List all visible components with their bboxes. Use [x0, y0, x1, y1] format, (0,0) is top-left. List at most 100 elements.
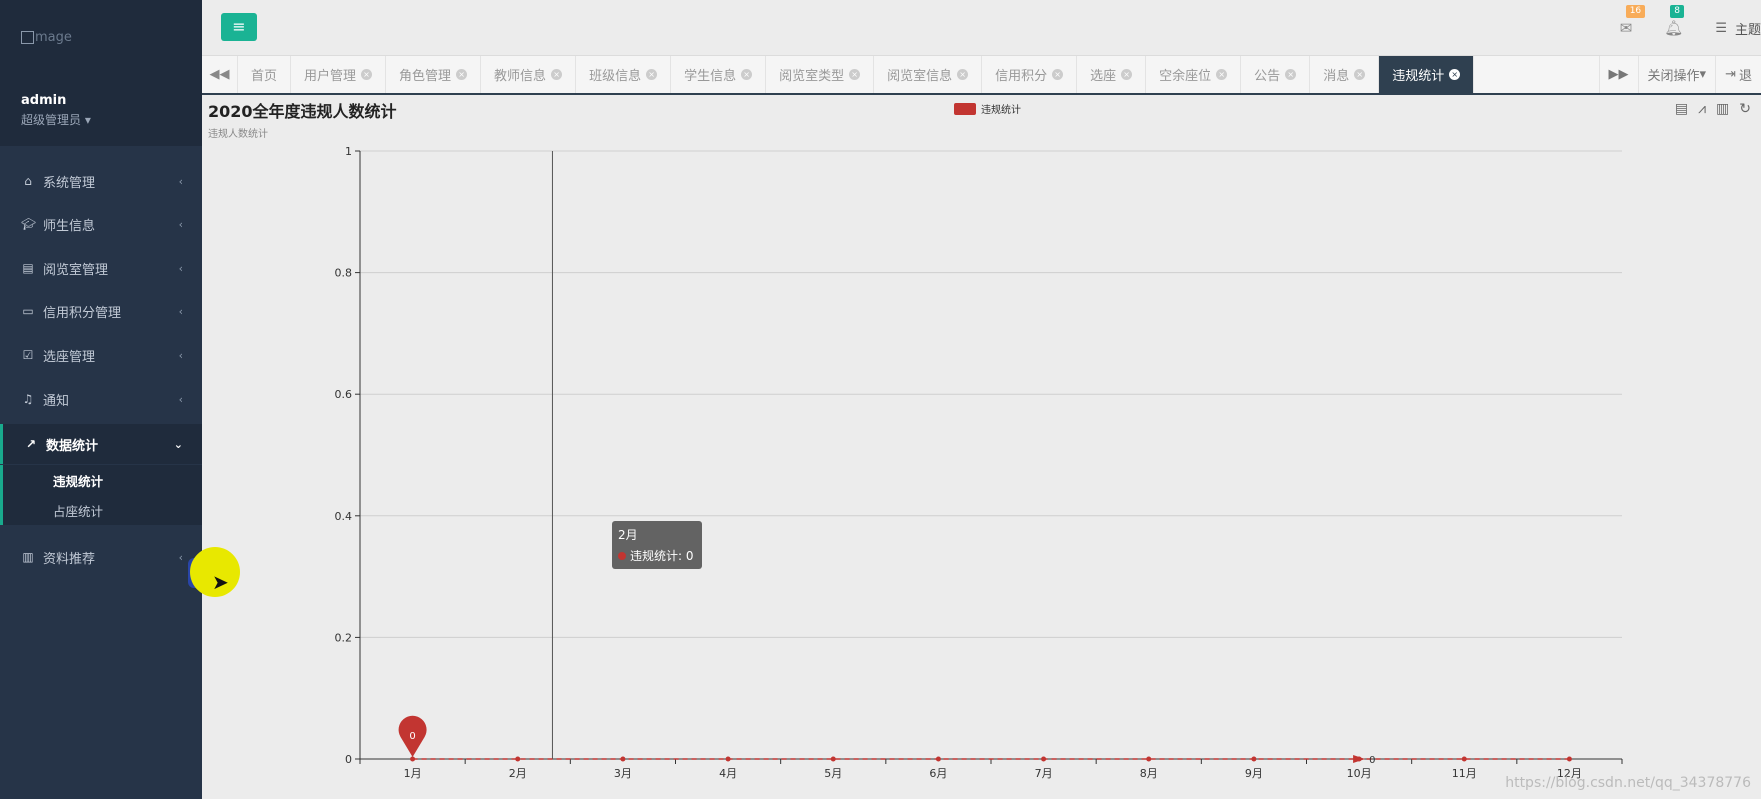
tab-close-icon[interactable]: ×: [456, 69, 468, 80]
sidebar-item-label: 信用积分管理: [43, 305, 122, 321]
chevron-left-icon: ‹: [178, 392, 183, 406]
tab-label: 阅览室类型: [779, 69, 845, 84]
tab-label: 角色管理: [399, 69, 452, 84]
chevron-left-icon: ‹: [178, 550, 183, 564]
logout-label: 退: [1738, 69, 1752, 84]
x-tick-label: 2月: [509, 767, 527, 780]
logout-button[interactable]: ⇥ 退: [1715, 56, 1761, 93]
sidebar-item-system[interactable]: ⌂ 系统管理 ‹: [0, 163, 202, 199]
list-icon: ☰: [1715, 20, 1727, 36]
tab-teacher-info[interactable]: 教师信息 ×: [481, 56, 577, 93]
x-tick-label: 3月: [614, 767, 632, 780]
tabs-scroll-left-button[interactable]: ◀◀: [202, 56, 238, 93]
chevron-left-icon: ‹: [178, 261, 183, 275]
x-tick-label: 8月: [1140, 767, 1158, 780]
tab-close-icon[interactable]: ×: [1052, 69, 1064, 80]
user-role-dropdown[interactable]: 超级管理员 ▾: [21, 111, 181, 128]
tab-close-icon[interactable]: ×: [361, 69, 373, 80]
tab-room-info[interactable]: 阅览室信息 ×: [874, 56, 983, 93]
tab-close-icon[interactable]: ×: [849, 69, 861, 80]
sidebar-item-credit-points[interactable]: ▭ 信用积分管理 ‹: [0, 293, 202, 329]
double-chevron-left-icon: ◀◀: [209, 67, 230, 82]
sidebar-subitem-seat-hogging-stats[interactable]: 占座统计: [0, 495, 202, 525]
y-tick-label: 1: [345, 145, 352, 158]
tab-free-seats[interactable]: 空余座位 ×: [1146, 56, 1242, 93]
book-icon: ▤: [22, 261, 34, 275]
x-tick-label: 10月: [1347, 767, 1372, 780]
sidebar-item-statistics[interactable]: ↗ 数据统计 ⌄: [0, 424, 202, 464]
theme-button[interactable]: ☰ 主题: [1715, 19, 1761, 38]
tab-student-info[interactable]: 学生信息 ×: [671, 56, 767, 93]
chart-tooltip: 2月 违规统计: 0: [612, 521, 702, 569]
logo-alt-text: mage: [35, 30, 72, 45]
notifications-button[interactable]: 🔔︎ 8: [1664, 5, 1685, 37]
data-point: [1566, 756, 1572, 762]
hamburger-icon: ≡: [232, 17, 246, 36]
tab-credit[interactable]: 信用积分 ×: [982, 56, 1078, 93]
tab-close-icon[interactable]: ×: [1121, 69, 1133, 80]
sidebar-item-teachers-students[interactable]: 🎓︎ 师生信息 ‹: [0, 206, 202, 242]
tab-close-icon[interactable]: ×: [957, 69, 969, 80]
tooltip-series-label: 违规统计: [630, 549, 679, 563]
close-operations-dropdown[interactable]: 关闭操作 ▾: [1637, 56, 1716, 93]
tabs-scroll-right-button[interactable]: ▶▶: [1598, 56, 1638, 93]
tab-room-types[interactable]: 阅览室类型 ×: [766, 56, 875, 93]
y-tick-label: 0: [345, 753, 352, 766]
data-point: [725, 756, 731, 762]
tab-label: 班级信息: [589, 69, 642, 84]
tooltip-series-dot: [618, 552, 626, 560]
data-point: [935, 756, 941, 762]
tabs-list: 首页 用户管理 × 角色管理 × 教师信息 × 班级信息 × 学生信息 × 阅览室类型 × …: [238, 56, 1475, 93]
tab-label: 用户管理: [304, 69, 357, 84]
theme-label: 主题: [1734, 22, 1761, 38]
sidebar-item-resources[interactable]: ▥ 资料推荐 ‹: [0, 539, 202, 575]
tab-close-icon[interactable]: ×: [1285, 69, 1297, 80]
bell-icon: ♫: [22, 392, 34, 406]
tab-role-management[interactable]: 角色管理 ×: [386, 56, 482, 93]
tab-violation-stats[interactable]: 违规统计 ×: [1379, 56, 1475, 93]
sidebar-item-seat-selection[interactable]: ☑ 选座管理 ‹: [0, 337, 202, 373]
sidebar-item-reading-rooms[interactable]: ▤ 阅览室管理 ‹: [0, 250, 202, 286]
tab-label: 公告: [1254, 69, 1281, 84]
tab-seat-select[interactable]: 选座 ×: [1077, 56, 1147, 93]
book-icon: ▥: [22, 550, 34, 564]
data-point: [1461, 756, 1467, 762]
sidebar-item-notifications[interactable]: ♫ 通知 ‹: [0, 381, 202, 417]
messages-button[interactable]: ✉ 16: [1620, 5, 1646, 37]
calendar-check-icon: ☑: [22, 348, 34, 362]
tab-close-icon[interactable]: ×: [1354, 69, 1366, 80]
chevron-down-icon: ⌄: [173, 437, 183, 451]
tab-close-icon[interactable]: ×: [551, 69, 563, 80]
graduation-cap-icon: 🎓︎: [21, 217, 37, 231]
logo-image: mage: [21, 30, 181, 45]
tab-close-icon[interactable]: ×: [741, 69, 753, 80]
x-tick-label: 9月: [1245, 767, 1263, 780]
tab-close-icon[interactable]: ×: [1216, 69, 1228, 80]
sidebar-item-label: 通知: [43, 393, 70, 409]
line-chart[interactable]: 00.20.40.60.811月 2月 3月 4月 5月 6月 7月 8月 9月 10月 11月 12…: [202, 95, 1761, 799]
sidebar: mage admin 超级管理员 ▾ ⌂ 系统管理 ‹ 🎓︎ 师生信息 ‹ ▤ 阅览室管理…: [0, 0, 202, 799]
tab-label: 空余座位: [1159, 69, 1212, 84]
sidebar-item-label: 系统管理: [43, 175, 96, 191]
bell-icon: 🔔︎: [1664, 19, 1684, 37]
data-point: [410, 756, 416, 762]
tab-close-icon[interactable]: ×: [1449, 69, 1461, 80]
tab-label: 首页: [251, 69, 278, 84]
messages-badge: 16: [1625, 5, 1646, 18]
sidebar-item-label: 师生信息: [43, 218, 96, 234]
tab-messages[interactable]: 消息 ×: [1310, 56, 1380, 93]
y-tick-label: 0.6: [335, 388, 353, 401]
tab-user-management[interactable]: 用户管理 ×: [291, 56, 387, 93]
home-icon: ⌂: [24, 174, 32, 188]
tab-home[interactable]: 首页: [238, 56, 292, 93]
chart-panel: 2020全年度违规人数统计 违规人数统计 违规统计 ▤ ⩘ ▥ ↻ 0 0.2 0.…: [202, 95, 1761, 799]
x-tick-label: 7月: [1035, 767, 1053, 780]
sidebar-subitem-violation-stats[interactable]: 违规统计: [0, 465, 202, 495]
x-tick-label: 11月: [1452, 767, 1477, 780]
double-chevron-right-icon: ▶▶: [1608, 67, 1629, 82]
tab-class-info[interactable]: 班级信息 ×: [576, 56, 672, 93]
menu-toggle-button[interactable]: ≡: [221, 13, 257, 41]
tab-announcements[interactable]: 公告 ×: [1241, 56, 1311, 93]
x-tick-label: 6月: [929, 767, 947, 780]
tab-close-icon[interactable]: ×: [646, 69, 658, 80]
